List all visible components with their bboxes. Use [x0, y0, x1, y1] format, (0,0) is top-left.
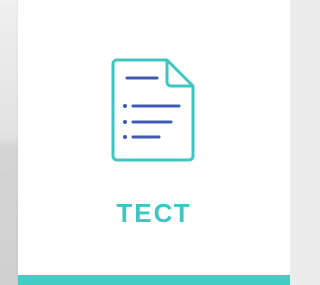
card-title: ТЕСТ: [116, 198, 192, 228]
test-card[interactable]: ТЕСТ: [18, 0, 290, 285]
document-list-icon: [111, 58, 195, 162]
left-edge-shadow: [0, 0, 18, 285]
card-accent-bar: [18, 275, 290, 285]
page: ТЕСТ: [0, 0, 290, 285]
